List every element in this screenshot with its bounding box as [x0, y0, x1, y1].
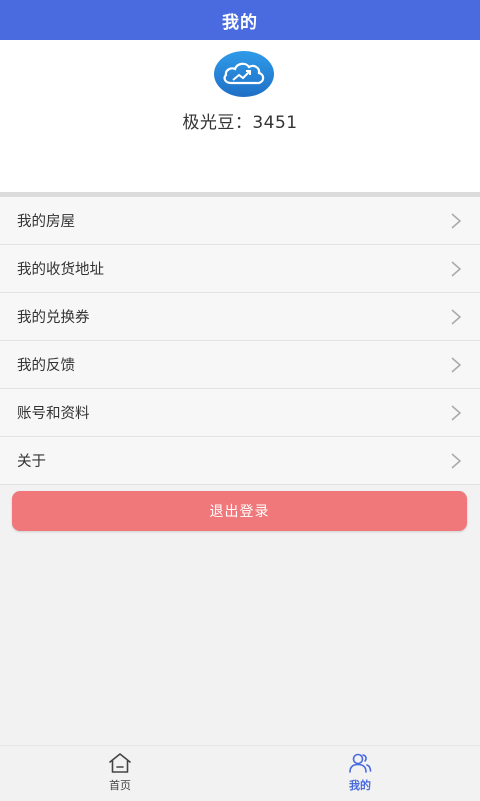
cloud-logo-icon [214, 51, 274, 97]
page-title: 我的 [222, 12, 258, 33]
bottom-tab-bar: 首页 我的 [0, 745, 480, 801]
menu-item-account[interactable]: 账号和资料 [0, 389, 480, 437]
chevron-right-icon [451, 261, 462, 277]
menu-item-my-house[interactable]: 我的房屋 [0, 197, 480, 245]
settings-menu: 我的房屋 我的收货地址 我的兑换券 我的反馈 账号和资料 关于 [0, 197, 480, 485]
tab-home[interactable]: 首页 [60, 746, 180, 801]
chevron-right-icon [451, 405, 462, 421]
page-header: 我的 [0, 0, 480, 40]
menu-item-label: 关于 [17, 454, 46, 470]
points-balance: 极光豆：3451 [182, 113, 298, 133]
menu-item-about[interactable]: 关于 [0, 437, 480, 485]
logout-button[interactable]: 退出登录 [12, 491, 467, 531]
users-icon [349, 753, 372, 773]
tab-mine[interactable]: 我的 [300, 746, 420, 801]
menu-item-shipping-address[interactable]: 我的收货地址 [0, 245, 480, 293]
menu-item-label: 我的收货地址 [17, 262, 104, 278]
chevron-right-icon [451, 453, 462, 469]
chevron-right-icon [451, 213, 462, 229]
menu-item-label: 我的兑换券 [17, 310, 90, 326]
menu-item-coupons[interactable]: 我的兑换券 [0, 293, 480, 341]
chevron-right-icon [451, 357, 462, 373]
menu-item-label: 账号和资料 [17, 406, 90, 422]
home-icon [109, 753, 131, 773]
menu-item-label: 我的房屋 [17, 214, 75, 230]
tab-mine-label: 我的 [349, 779, 371, 792]
tab-home-label: 首页 [109, 779, 131, 792]
chevron-right-icon [451, 309, 462, 325]
menu-item-feedback[interactable]: 我的反馈 [0, 341, 480, 389]
menu-item-label: 我的反馈 [17, 358, 75, 374]
profile-card: 极光豆：3451 [0, 40, 480, 192]
